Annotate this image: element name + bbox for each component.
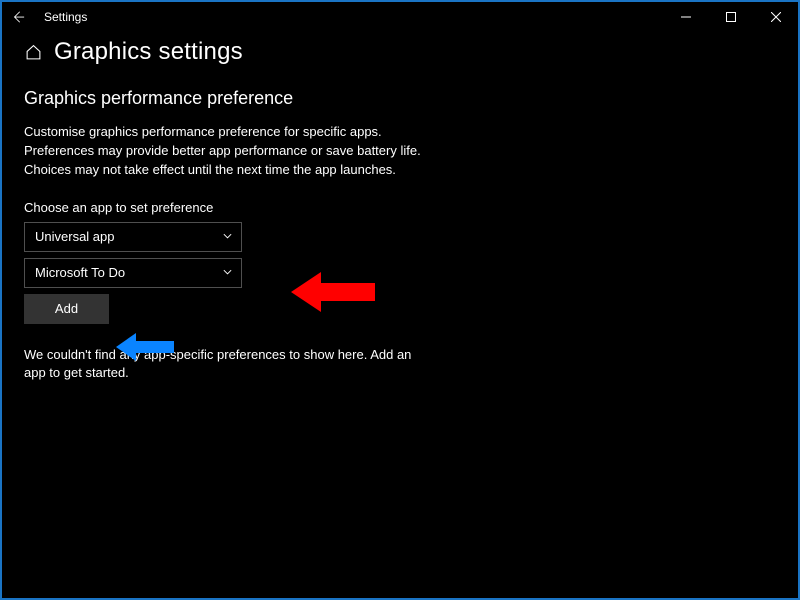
minimize-button[interactable] (663, 2, 708, 32)
close-button[interactable] (753, 2, 798, 32)
chevron-down-icon (222, 229, 233, 244)
section-description: Customise graphics performance preferenc… (24, 123, 424, 180)
choose-app-label: Choose an app to set preference (24, 200, 776, 215)
maximize-button[interactable] (708, 2, 753, 32)
app-select-dropdown[interactable]: Microsoft To Do (24, 258, 242, 288)
add-button-label: Add (55, 301, 78, 316)
app-type-dropdown[interactable]: Universal app (24, 222, 242, 252)
close-icon (771, 12, 781, 22)
content-area: Graphics settings Graphics performance p… (2, 32, 798, 383)
section-title: Graphics performance preference (24, 88, 776, 109)
empty-state-message: We couldn't find any app-specific prefer… (24, 346, 424, 384)
home-icon[interactable] (24, 43, 42, 61)
window-controls (663, 2, 798, 32)
settings-window: Settings Graphics settings Graphics perf… (2, 2, 798, 598)
add-button[interactable]: Add (24, 294, 109, 324)
page-header: Graphics settings (24, 38, 776, 66)
chevron-down-icon (222, 265, 233, 280)
arrow-left-icon (11, 10, 25, 24)
page-title: Graphics settings (54, 38, 243, 66)
maximize-icon (726, 12, 736, 22)
window-title: Settings (34, 10, 87, 24)
minimize-icon (681, 12, 691, 22)
titlebar: Settings (2, 2, 798, 32)
app-type-selected: Universal app (35, 229, 115, 244)
app-selected: Microsoft To Do (35, 265, 125, 280)
back-button[interactable] (2, 2, 34, 32)
